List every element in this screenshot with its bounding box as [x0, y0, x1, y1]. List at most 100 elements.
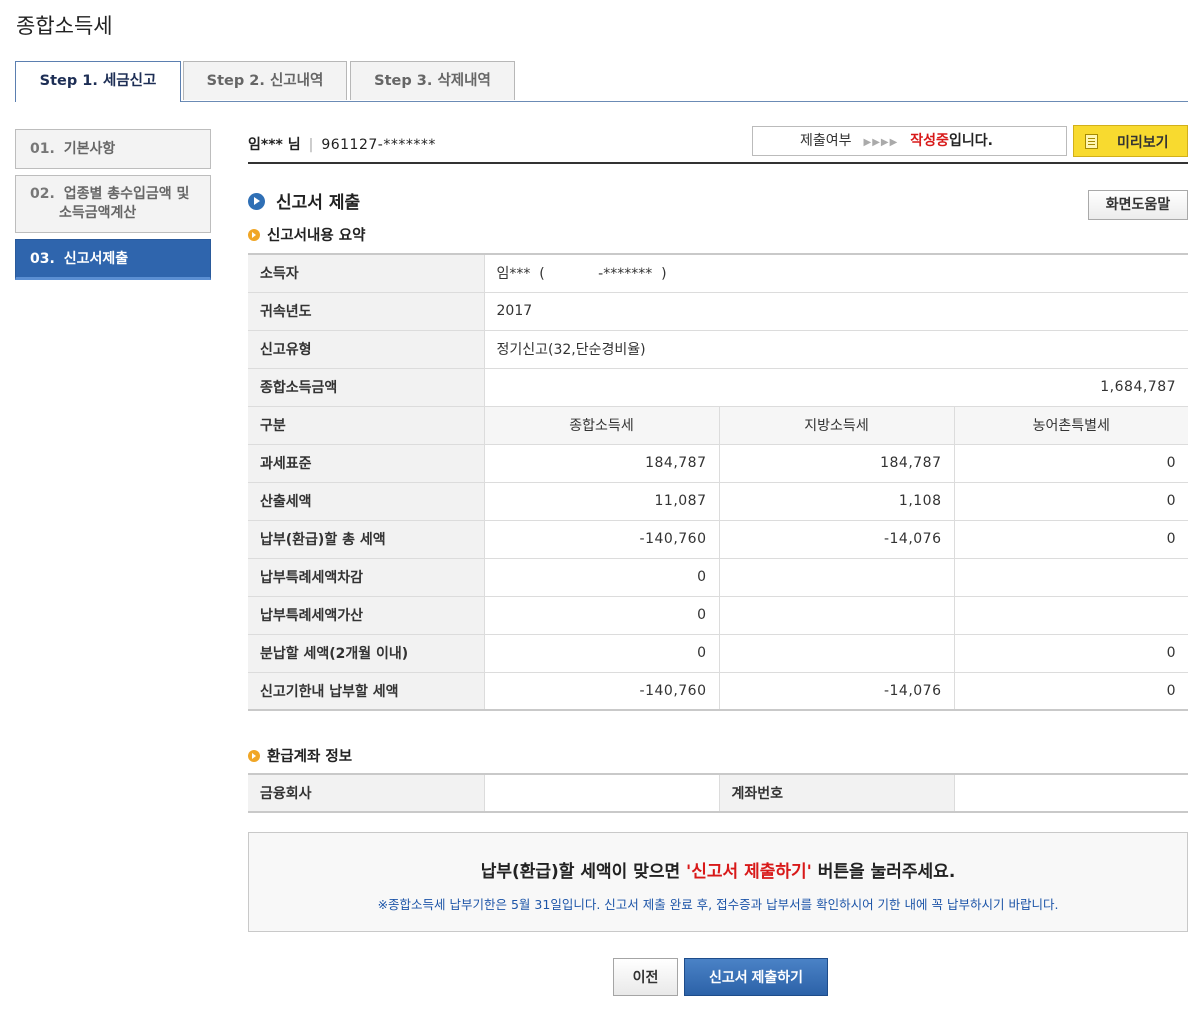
notice-main-prefix: 납부(환급)할 세액이 맞으면 — [480, 862, 687, 882]
row-label: 분납할 세액(2개월 이내) — [248, 634, 484, 673]
previous-button[interactable]: 이전 — [613, 958, 678, 996]
table-cell: 11,087 — [483, 482, 719, 521]
table-cell — [718, 558, 954, 597]
table-cell: 0 — [953, 482, 1189, 521]
sidebar-item-label-line2: 소득금액계산 — [59, 205, 137, 221]
row-label: 신고기한내 납부할 세액 — [248, 672, 484, 711]
status-value: 작성중 — [910, 133, 949, 149]
table-cell: 0 — [483, 634, 719, 673]
preview-button[interactable]: 미리보기 — [1073, 125, 1188, 157]
summary-table: 소득자 임*** ( -******* ) 귀속년도 2017 신고유형 정기신… — [248, 253, 1189, 711]
table-cell: 0 — [483, 558, 719, 597]
row-label: 납부(환급)할 총 세액 — [248, 520, 484, 559]
table-cell: -14,076 — [718, 672, 954, 711]
notice-main: 납부(환급)할 세액이 맞으면 '신고서 제출하기' 버튼을 눌러주세요. — [249, 857, 1187, 882]
table-row: 금융회사 계좌번호 — [248, 773, 1188, 813]
row-label: 신고유형 — [248, 330, 484, 369]
column-header: 종합소득세 — [483, 406, 719, 445]
bank-value — [483, 773, 719, 813]
row-label: 구분 — [248, 406, 484, 445]
column-header: 농어촌특별세 — [953, 406, 1189, 445]
table-cell: 0 — [953, 520, 1189, 559]
notice-sub: ※종합소득세 납부기한은 5월 31일입니다. 신고서 제출 완료 후, 접수증… — [377, 897, 1059, 912]
section-title: 신고서 제출 — [248, 188, 360, 213]
resident-number: 961127-******* — [321, 137, 436, 153]
table-cell: 184,787 — [483, 444, 719, 483]
sidebar-item-basic-info[interactable]: 01. 기본사항 — [15, 129, 211, 169]
table-cell — [953, 596, 1189, 635]
sidebar-item-submit-report[interactable]: 03. 신고서제출 — [15, 239, 211, 280]
tab-step2-report-history[interactable]: Step 2. 신고내역 — [183, 61, 347, 100]
table-cell — [718, 596, 954, 635]
sidebar-item-number: 01. — [30, 141, 55, 157]
table-row: 과세표준 184,787 184,787 0 — [248, 444, 1189, 483]
status-label: 제출여부 — [800, 133, 852, 149]
table-row: 귀속년도 2017 — [248, 292, 1189, 331]
table-row: 소득자 임*** ( -******* ) — [248, 253, 1189, 293]
table-cell — [953, 558, 1189, 597]
step-tabs: Step 1. 세금신고 Step 2. 신고내역 Step 3. 삭제내역 — [15, 61, 1188, 102]
page-title: 종합소득세 — [16, 14, 113, 38]
status-suffix: 입니다. — [948, 133, 993, 149]
column-header: 지방소득세 — [718, 406, 954, 445]
refund-title-text: 환급계좌 정보 — [267, 749, 353, 765]
arrow-circle-icon — [248, 193, 265, 210]
table-row: 납부(환급)할 총 세액 -140,760 -14,076 0 — [248, 520, 1189, 559]
notice-main-highlight: '신고서 제출하기' — [686, 862, 812, 882]
refund-account-title: 환급계좌 정보 — [248, 745, 352, 766]
sidebar-item-label: 업종별 총수입금액 및 — [63, 186, 190, 202]
section-title-text: 신고서 제출 — [276, 193, 361, 213]
row-label: 소득자 — [248, 253, 484, 293]
table-row: 납부특례세액차감 0 — [248, 558, 1189, 597]
table-row: 산출세액 11,087 1,108 0 — [248, 482, 1189, 521]
submission-status: 제출여부 ▶▶▶▶ 작성중입니다. — [752, 126, 1067, 156]
user-info: 임*** 님 | 961127-******* — [248, 134, 436, 154]
submission-notice: 납부(환급)할 세액이 맞으면 '신고서 제출하기' 버튼을 눌러주세요. ※종… — [248, 832, 1188, 932]
table-cell: 0 — [953, 444, 1189, 483]
document-icon — [1085, 134, 1098, 149]
row-label: 납부특례세액차감 — [248, 558, 484, 597]
account-label: 계좌번호 — [718, 773, 954, 813]
arrows-icon: ▶▶▶▶ — [863, 137, 899, 148]
bank-label: 금융회사 — [248, 773, 484, 813]
table-row: 분납할 세액(2개월 이내) 0 0 — [248, 634, 1189, 673]
row-label: 종합소득금액 — [248, 368, 484, 407]
tab-step1-tax-report[interactable]: Step 1. 세금신고 — [15, 61, 181, 102]
table-row: 납부특례세액가산 0 — [248, 596, 1189, 635]
table-header-row: 구분 종합소득세 지방소득세 농어촌특별세 — [248, 406, 1189, 445]
bullet-icon — [248, 229, 260, 241]
notice-main-suffix: 버튼을 눌러주세요. — [811, 862, 956, 882]
row-label: 귀속년도 — [248, 292, 484, 331]
sidebar-item-income-calc[interactable]: 02. 업종별 총수입금액 및 소득금액계산 — [15, 175, 211, 233]
user-name: 임*** 님 — [248, 137, 301, 153]
separator: | — [308, 137, 314, 153]
account-value — [953, 773, 1188, 813]
table-cell: -140,760 — [483, 520, 719, 559]
sidebar-item-number: 03. — [30, 251, 55, 267]
refund-account-table: 금융회사 계좌번호 — [248, 773, 1188, 813]
table-cell: 0 — [483, 596, 719, 635]
summary-title: 신고서내용 요약 — [248, 224, 365, 245]
table-row: 신고기한내 납부할 세액 -140,760 -14,076 0 — [248, 672, 1189, 711]
table-cell: 0 — [953, 672, 1189, 711]
row-label: 과세표준 — [248, 444, 484, 483]
table-row: 종합소득금액 1,684,787 — [248, 368, 1189, 407]
table-cell: 0 — [953, 634, 1189, 673]
table-cell: 1,108 — [718, 482, 954, 521]
year-value: 2017 — [483, 292, 1189, 331]
submit-report-button[interactable]: 신고서 제출하기 — [684, 958, 828, 996]
sidebar-item-number: 02. — [30, 186, 55, 202]
table-cell — [718, 634, 954, 673]
table-cell: -140,760 — [483, 672, 719, 711]
table-row: 신고유형 정기신고(32,단순경비율) — [248, 330, 1189, 369]
row-label: 산출세액 — [248, 482, 484, 521]
table-cell: -14,076 — [718, 520, 954, 559]
summary-title-text: 신고서내용 요약 — [267, 228, 366, 244]
report-type-value: 정기신고(32,단순경비율) — [483, 330, 1189, 369]
sidebar-item-label: 신고서제출 — [63, 251, 129, 267]
bullet-icon — [248, 750, 260, 762]
total-income-value: 1,684,787 — [483, 368, 1189, 407]
divider — [248, 162, 1188, 164]
help-button[interactable]: 화면도움말 — [1088, 190, 1188, 220]
tab-step3-deleted-history[interactable]: Step 3. 삭제내역 — [350, 61, 515, 100]
